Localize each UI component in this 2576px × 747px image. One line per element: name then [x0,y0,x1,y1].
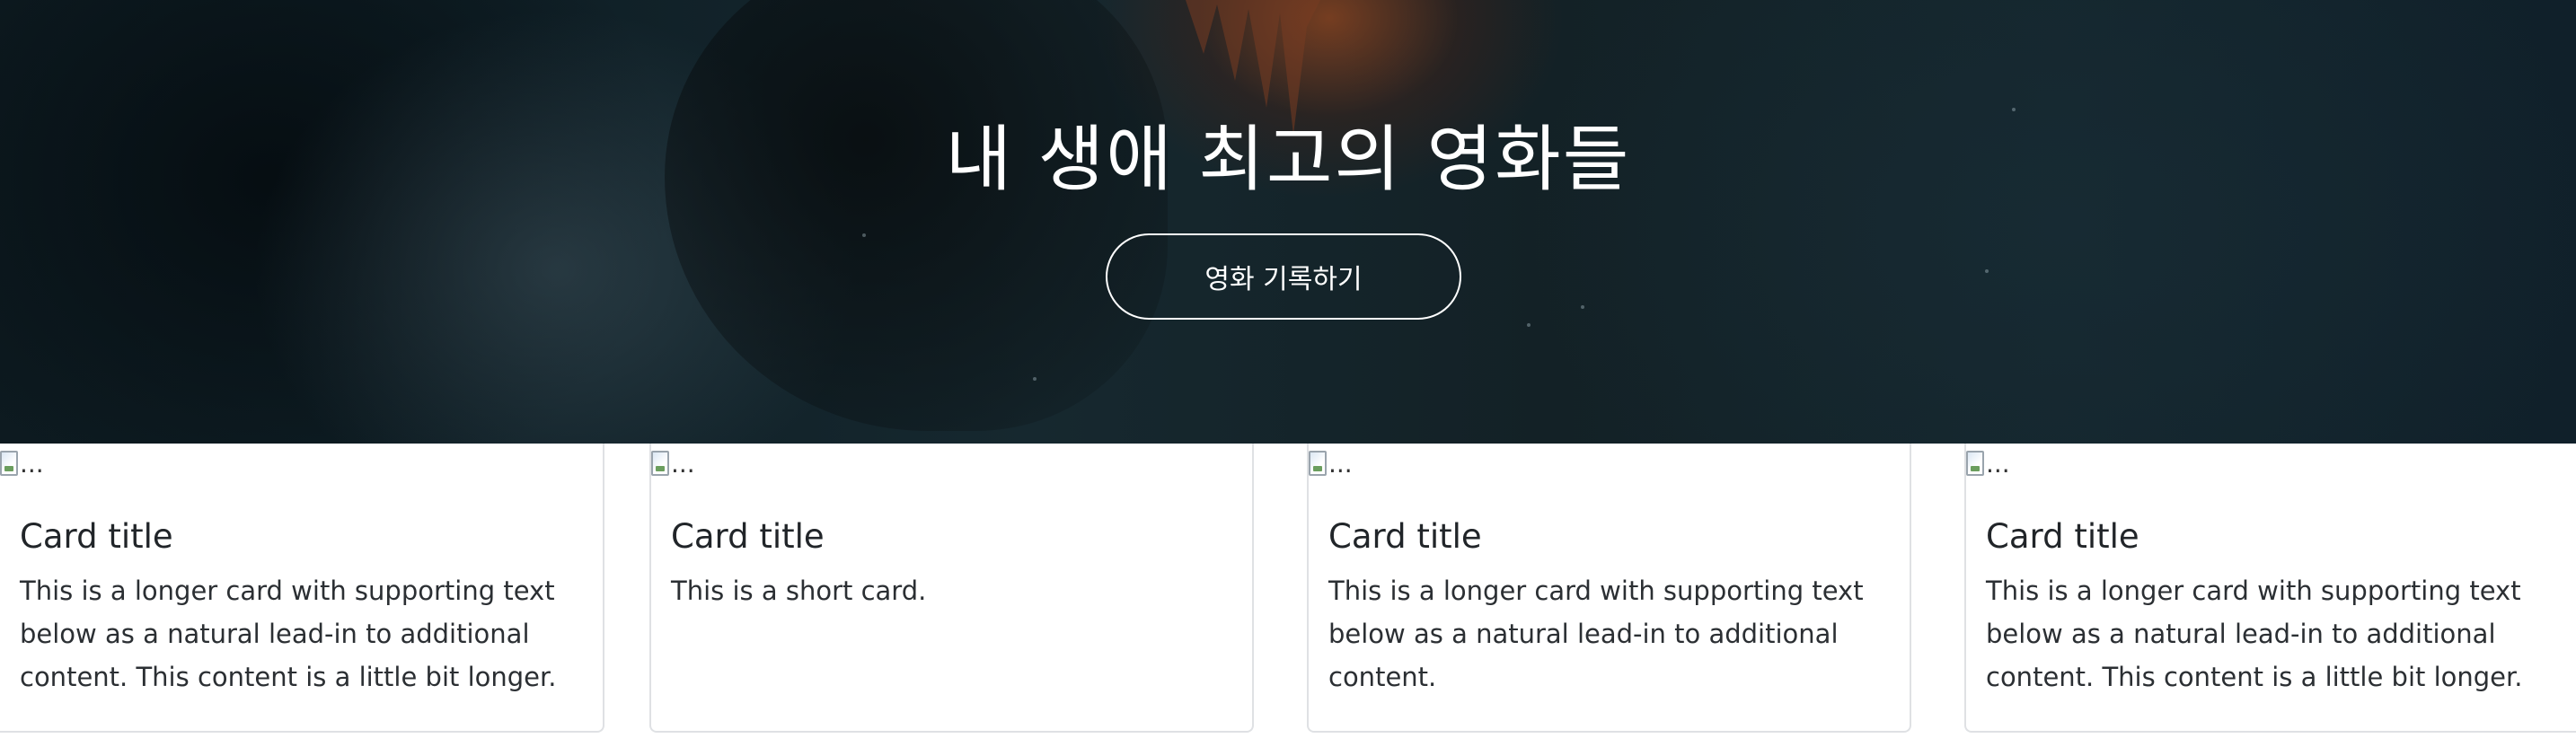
card-text: This is a short card. [671,576,927,606]
record-movie-button[interactable]: 영화 기록하기 [1106,233,1461,320]
card-text: This is a longer card with supporting te… [20,576,557,692]
card-title: Card title [1328,517,1482,556]
card-title: Card title [1986,517,2139,556]
broken-image-icon [1966,451,1984,476]
card-image-alt: ... [20,448,44,479]
hero-banner: 내 생애 최고의 영화들 영화 기록하기 [0,0,2576,444]
broken-image-icon [0,451,18,476]
hero-particle [1527,323,1531,327]
hero-particle [1033,377,1037,381]
card: ... Card title This is a longer card wit… [1964,444,2576,733]
card-text: This is a longer card with supporting te… [1328,576,1864,692]
broken-image-icon [1309,451,1327,476]
card-image: ... [1309,444,1353,483]
card-title: Card title [671,517,825,556]
card-image-alt: ... [1986,448,2010,479]
card: ... Card title This is a longer card wit… [0,444,604,733]
card-image-alt: ... [671,448,695,479]
hero-title: 내 생애 최고의 영화들 [945,118,1631,201]
card-text: This is a longer card with supporting te… [1986,576,2523,692]
broken-image-icon [651,451,669,476]
card-image: ... [1966,444,2010,483]
hero-particle [1985,269,1989,273]
card-image-alt: ... [1328,448,1353,479]
hero-creature-silhouette [665,0,1168,431]
card-image: ... [651,444,695,483]
card: ... Card title This is a short card. [649,444,1254,733]
hero-particle [1581,305,1584,309]
card-title: Card title [20,517,173,556]
hero-particle [862,233,866,237]
card-image: ... [0,444,44,483]
card: ... Card title This is a longer card wit… [1307,444,1911,733]
